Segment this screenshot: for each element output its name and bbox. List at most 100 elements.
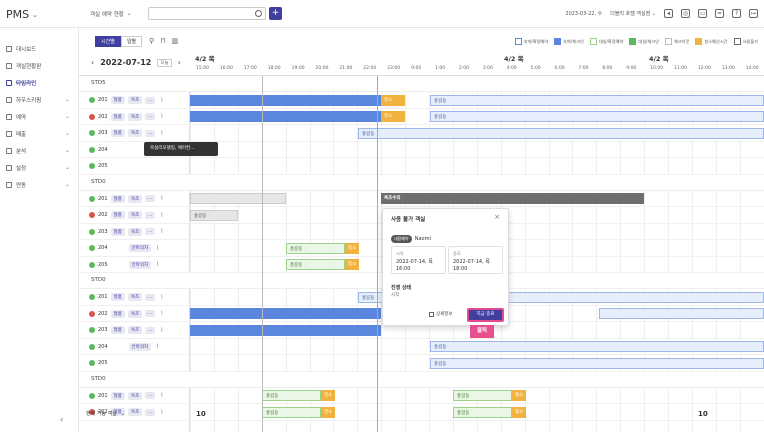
reservation-bar[interactable] bbox=[190, 111, 381, 122]
wifi-icon[interactable]: ≈ bbox=[715, 9, 724, 18]
printer-icon[interactable]: ▭ bbox=[698, 9, 707, 18]
filter-icon[interactable]: ⚲ bbox=[149, 37, 154, 45]
day-label: 4/2 목 bbox=[504, 55, 524, 63]
room-cell[interactable]: 202 절품 욕조... ⌇ bbox=[79, 109, 190, 125]
sidebar-item-link[interactable]: 연동 ⌄ bbox=[0, 176, 78, 193]
unavailable-bar[interactable]: 욕조수리 bbox=[381, 193, 644, 204]
reservation-bar[interactable] bbox=[190, 94, 381, 106]
legend-item[interactable]: 숙박/체크인 bbox=[554, 38, 584, 45]
cleaning-bar[interactable]: 청소 bbox=[345, 242, 359, 254]
time-tick: 21:00 bbox=[339, 66, 353, 71]
legend-item[interactable]: 사용불가 bbox=[733, 38, 758, 45]
room-group[interactable]: STD0 bbox=[79, 371, 764, 388]
room-cell[interactable]: 203 절품 욕조... ⌇ bbox=[79, 224, 190, 240]
detail-button[interactable]: 상세정보 bbox=[429, 311, 453, 317]
current-date[interactable]: 2022-07-12 bbox=[100, 58, 151, 67]
status-dot bbox=[89, 245, 95, 251]
legend-item[interactable]: 대실/체크인 bbox=[629, 38, 659, 45]
sidebar-item-timeline[interactable]: 타임라인 bbox=[0, 74, 78, 91]
prev-date-icon[interactable]: ‹ bbox=[91, 58, 94, 67]
legend-checkbox[interactable] bbox=[514, 38, 522, 45]
dayuse-bar[interactable]: 홍길동 bbox=[286, 259, 345, 270]
reservation-bar[interactable]: 홍길동 bbox=[430, 341, 764, 352]
room-group[interactable]: STD0 bbox=[79, 174, 764, 191]
top-bar: PMS ⌄ 객실 예약 현황 ⌄ + 2023-03-22, 수 더블리 호텔 객실… bbox=[0, 0, 764, 28]
room-cell[interactable]: 202 절품 욕조... ⌇ bbox=[79, 207, 190, 223]
legend-checkbox[interactable] bbox=[733, 38, 741, 45]
close-icon[interactable]: × bbox=[494, 213, 500, 221]
add-button[interactable]: + bbox=[269, 7, 282, 20]
next-date-icon[interactable]: › bbox=[178, 58, 181, 67]
view-day-button[interactable]: 일별 bbox=[120, 36, 143, 47]
search-icon[interactable] bbox=[255, 10, 262, 17]
reservation-bar[interactable]: 홍길동 bbox=[430, 94, 764, 106]
cleaning-bar[interactable]: 청소 bbox=[512, 406, 526, 418]
hotel-select[interactable]: 더블리 호텔 객실점 ⌄ bbox=[610, 10, 656, 17]
room-cell[interactable]: 205 bbox=[79, 355, 190, 371]
chart-icon[interactable]: ▥ bbox=[172, 37, 179, 45]
reservation-bar[interactable]: 홍길동 bbox=[358, 127, 764, 139]
legend-item[interactable]: 숙박/확정예약 bbox=[514, 38, 548, 45]
room-cell[interactable]: 204 안마의자 ⌇ bbox=[79, 339, 190, 355]
lock-icon[interactable]: ⊓ bbox=[160, 37, 165, 45]
end-now-button[interactable]: 지금 종료 bbox=[467, 308, 504, 322]
room-cell[interactable]: 205 안마의자 ⌇ bbox=[79, 257, 190, 273]
legend-checkbox[interactable] bbox=[665, 38, 673, 45]
cleaning-bar[interactable]: 청소 bbox=[321, 390, 335, 401]
view-time-button[interactable]: 시간별 bbox=[95, 36, 121, 47]
dayuse-bar[interactable]: 홍길동 bbox=[262, 406, 321, 418]
sidebar-item-analytics[interactable]: 분석 ⌄ bbox=[0, 142, 78, 159]
sidebar-item-dashboard[interactable]: 대시보드 bbox=[0, 40, 78, 57]
globe-icon[interactable]: ◎ bbox=[681, 9, 690, 18]
dayuse-bar[interactable]: 홍길동 bbox=[286, 242, 345, 254]
sidebar-item-reservation[interactable]: 예약 ⌄ bbox=[0, 108, 78, 125]
sidebar-item-housekeeping[interactable]: 하우스키핑 ⌄ bbox=[0, 91, 78, 108]
room-group[interactable]: STD5 bbox=[79, 76, 764, 92]
legend-item[interactable]: 대실/확정예약 bbox=[589, 38, 623, 45]
room-cell[interactable]: 201 절품 욕조... ⌇ bbox=[79, 388, 190, 404]
sidebar-item-settings[interactable]: 설정 ⌄ bbox=[0, 159, 78, 176]
room-cell[interactable]: 201 절품 욕조... ⌇ bbox=[79, 289, 190, 305]
dayuse-bar[interactable]: 홍길동 bbox=[453, 406, 512, 418]
legend-item[interactable]: 청소예산시간 bbox=[695, 38, 728, 45]
chevron-down-icon[interactable]: ⌄ bbox=[121, 411, 125, 417]
volume-icon[interactable]: ◂ bbox=[664, 9, 673, 18]
room-cell[interactable]: 201 절품 욕조... ⌇ bbox=[79, 191, 190, 207]
dayuse-bar[interactable]: 홍길동 bbox=[453, 390, 512, 401]
legend-checkbox[interactable] bbox=[554, 38, 562, 45]
cleaning-bar[interactable]: 청소 bbox=[345, 259, 359, 270]
checkout-bar[interactable] bbox=[190, 193, 286, 204]
today-button[interactable]: 오늘 bbox=[157, 58, 172, 67]
room-cell[interactable]: 204 안마의자 ⌇ bbox=[79, 240, 190, 256]
room-cell[interactable]: 205 bbox=[79, 158, 190, 174]
room-cell[interactable]: 203 절품 욕조... ⌇ bbox=[79, 322, 190, 338]
reservation-bar[interactable]: 홍길동 bbox=[430, 111, 764, 122]
room-number: 205 bbox=[98, 163, 108, 169]
reservation-bar[interactable] bbox=[599, 308, 764, 319]
legend-checkbox[interactable] bbox=[589, 38, 597, 45]
legend-item[interactable]: 체크아웃 bbox=[665, 38, 689, 45]
cleaning-bar[interactable]: 청소 bbox=[321, 406, 335, 418]
legend-checkbox[interactable] bbox=[695, 38, 703, 45]
room-cell[interactable]: 201 절품 욕조... ⌇ bbox=[79, 92, 190, 108]
dayuse-bar[interactable]: 홍길동 bbox=[262, 390, 321, 401]
search-input[interactable] bbox=[148, 7, 266, 20]
sidebar-item-board[interactable]: 객실현황판 bbox=[0, 57, 78, 74]
exit-icon[interactable]: ↦ bbox=[749, 9, 758, 18]
checkout-bar[interactable]: 홍길동 bbox=[190, 209, 238, 221]
collapse-sidebar-icon[interactable]: ‹ bbox=[60, 415, 63, 424]
room-cell[interactable]: 203 절품 욕조... ⌇ bbox=[79, 125, 190, 141]
reservation-bar[interactable] bbox=[190, 308, 381, 319]
help-icon[interactable]: ? bbox=[732, 9, 741, 18]
legend-checkbox[interactable] bbox=[629, 38, 637, 45]
cleaning-bar[interactable]: 청소 bbox=[512, 390, 526, 401]
reservation-bar[interactable]: 홍길동 bbox=[430, 357, 764, 369]
cleaning-bar[interactable]: 청소 bbox=[381, 94, 405, 106]
room-tag: 절품 bbox=[110, 227, 125, 236]
property-select[interactable]: 객실 예약 현황 ⌄ bbox=[90, 8, 142, 20]
cleaning-bar[interactable]: 청소 bbox=[381, 111, 405, 122]
app-logo[interactable]: PMS ⌄ bbox=[6, 8, 38, 21]
reservation-bar[interactable] bbox=[190, 324, 381, 336]
room-cell[interactable]: 202 절품 욕조... ⌇ bbox=[79, 306, 190, 322]
sidebar-item-sales[interactable]: 매출 ⌄ bbox=[0, 125, 78, 142]
